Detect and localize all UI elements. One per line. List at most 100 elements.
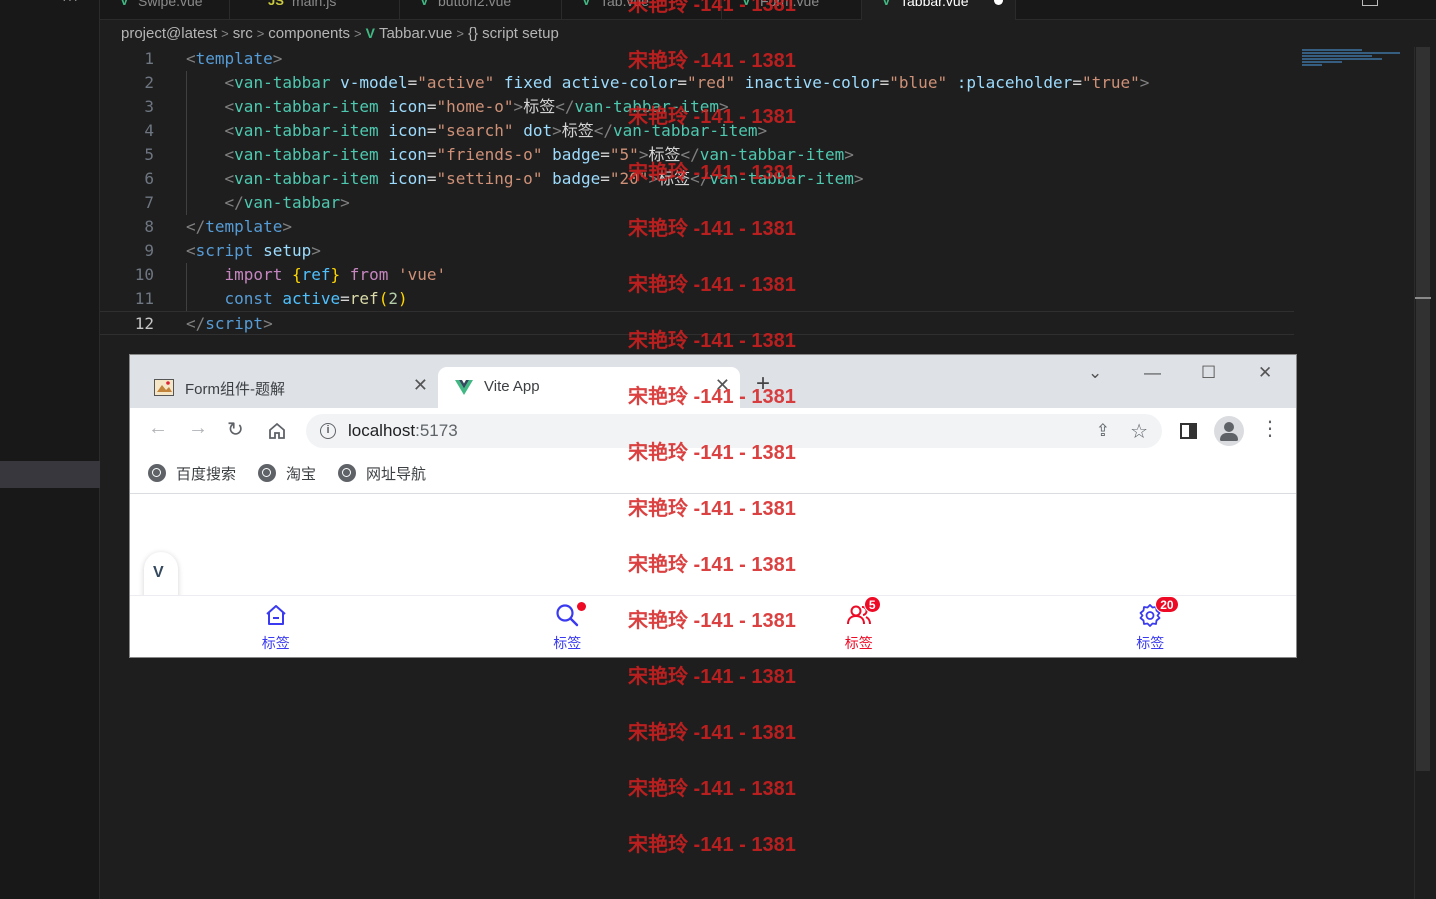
chevron-right-icon: > [354, 25, 362, 41]
setting-o-icon: 20 [1137, 596, 1179, 628]
watermark-text: 宋艳玲 -141 - 1381 [628, 610, 796, 632]
code-text: <van-tabbar v-model="active" fixed activ… [224, 73, 1150, 92]
tabbar-item-setting[interactable]: 20 标签 [1005, 596, 1297, 657]
tab-label: Tabbar.vue [900, 0, 969, 9]
home-o-icon [263, 602, 289, 628]
watermark-text: 宋艳玲 -141 - 1381 [628, 778, 796, 800]
maximize-button[interactable]: ☐ [1201, 363, 1216, 383]
scrollbar-marker [1415, 297, 1431, 299]
bookmark-label: 百度搜索 [176, 466, 237, 483]
vite-favicon-icon [455, 380, 473, 395]
tab-swipe[interactable]: V Swipe.vue [100, 0, 230, 20]
chevron-right-icon: > [456, 25, 464, 41]
code-text: </van-tabbar> [224, 193, 350, 212]
unsaved-dot-icon[interactable] [994, 0, 1003, 5]
breadcrumb-item[interactable]: {} script setup [468, 25, 559, 42]
profile-avatar[interactable] [1214, 416, 1244, 446]
code-text: const active=ref(2) [224, 289, 408, 308]
tabbar-item-home[interactable]: 标签 [130, 596, 422, 657]
line-number: 3 [144, 97, 154, 116]
code-text: <template> [186, 49, 283, 68]
vue-logo-icon: V [153, 564, 164, 581]
explorer-selected-item[interactable] [0, 461, 100, 488]
reload-button[interactable]: ↻ [227, 417, 244, 442]
more-actions-icon[interactable]: ··· [1405, 0, 1421, 6]
line-number: 10 [134, 265, 154, 284]
url-text[interactable]: localhost:5173 [348, 421, 458, 441]
globe-icon [148, 464, 166, 482]
watermark-text: 宋艳玲 -141 - 1381 [628, 0, 796, 16]
line-number: 9 [144, 241, 154, 260]
watermark-text: 宋艳玲 -141 - 1381 [628, 106, 796, 128]
breadcrumb-item[interactable]: Tabbar.vue [379, 25, 452, 42]
vue-icon: V [365, 25, 375, 42]
code-text: </template> [186, 217, 292, 236]
chevron-right-icon: > [221, 25, 229, 41]
tabbar-item-label: 标签 [844, 635, 873, 651]
line-number: 11 [134, 289, 154, 308]
line-number: 7 [144, 193, 154, 212]
more-icon[interactable]: ··· [62, 0, 79, 7]
tabbar-item-label: 标签 [261, 635, 290, 651]
menu-kebab-icon[interactable]: ⋮ [1260, 419, 1280, 439]
code-text: import {ref} from 'vue' [224, 265, 447, 284]
tab-button2[interactable]: V button2.vue [400, 0, 562, 20]
share-icon[interactable]: ⇪ [1096, 421, 1110, 441]
forward-button[interactable]: → [188, 417, 208, 440]
vue-icon: V [882, 0, 891, 8]
globe-icon [338, 464, 356, 482]
side-panel-icon[interactable] [1180, 423, 1197, 439]
tab-tabbar[interactable]: V Tabbar.vue [862, 0, 1016, 20]
watermark-text: 宋艳玲 -141 - 1381 [628, 386, 796, 408]
globe-icon [258, 464, 276, 482]
watermark-text: 宋艳玲 -141 - 1381 [628, 162, 796, 184]
bookmark-item[interactable]: 淘宝 [258, 463, 316, 484]
search-icon [554, 602, 587, 628]
tabbar-badge: 5 [863, 596, 881, 613]
site-favicon-icon [154, 379, 174, 396]
site-info-icon[interactable]: i [320, 423, 336, 439]
split-editor-icon[interactable] [1362, 0, 1378, 6]
line-number: 4 [144, 121, 154, 140]
minimap[interactable] [1302, 48, 1402, 70]
tab-main-js[interactable]: JS main.js [230, 0, 400, 20]
back-button[interactable]: ← [148, 417, 168, 440]
breadcrumb-item[interactable]: project@latest [121, 25, 217, 42]
browser-tab-title: Form组件-题解 [185, 381, 285, 398]
minimize-button[interactable]: — [1144, 363, 1161, 383]
code-editor[interactable]: 1 <template> 2 <van-tabbar v-model="active… [100, 47, 1414, 347]
tab-label: main.js [292, 0, 337, 9]
watermark-text: 宋艳玲 -141 - 1381 [628, 442, 796, 464]
browser-tab-form[interactable]: Form组件-题解 ✕ [130, 367, 438, 408]
scrollbar-thumb[interactable] [1416, 47, 1430, 771]
editor-scrollbar[interactable] [1414, 47, 1431, 899]
code-line[interactable]: 2 <van-tabbar v-model="active" fixed act… [100, 71, 1294, 95]
watermark-text: 宋艳玲 -141 - 1381 [628, 834, 796, 856]
browser-tab-title: Vite App [484, 378, 540, 395]
watermark-text: 宋艳玲 -141 - 1381 [628, 274, 796, 296]
tab-search-icon[interactable]: ⌄ [1088, 363, 1102, 383]
watermark-text: 宋艳玲 -141 - 1381 [628, 554, 796, 576]
close-tab-icon[interactable]: ✕ [413, 375, 428, 396]
url-host: localhost [348, 421, 416, 440]
code-text: <script setup> [186, 241, 321, 260]
breadcrumb-item[interactable]: src [233, 25, 253, 42]
tab-label: Swipe.vue [138, 0, 203, 9]
bookmark-item[interactable]: 百度搜索 [148, 463, 236, 484]
bookmark-item[interactable]: 网址导航 [338, 463, 426, 484]
watermark-text: 宋艳玲 -141 - 1381 [628, 722, 796, 744]
js-icon: JS [268, 0, 284, 8]
breadcrumb-item[interactable]: components [268, 25, 350, 42]
breadcrumb: project@latest > src > components > V Tabbar.vu… [121, 24, 559, 46]
watermark-text: 宋艳玲 -141 - 1381 [628, 330, 796, 352]
home-icon[interactable] [267, 421, 287, 441]
bookmark-label: 网址导航 [366, 466, 427, 483]
close-window-button[interactable]: ✕ [1258, 363, 1272, 383]
tabbar-badge: 20 [1155, 596, 1179, 613]
vue-icon: V [582, 0, 591, 8]
code-line[interactable]: 9 <script setup> [100, 239, 1294, 263]
bookmark-star-icon[interactable]: ☆ [1130, 419, 1148, 444]
line-number: 6 [144, 169, 154, 188]
tabbar-item-label: 标签 [1136, 635, 1165, 651]
bookmark-label: 淘宝 [286, 466, 317, 483]
